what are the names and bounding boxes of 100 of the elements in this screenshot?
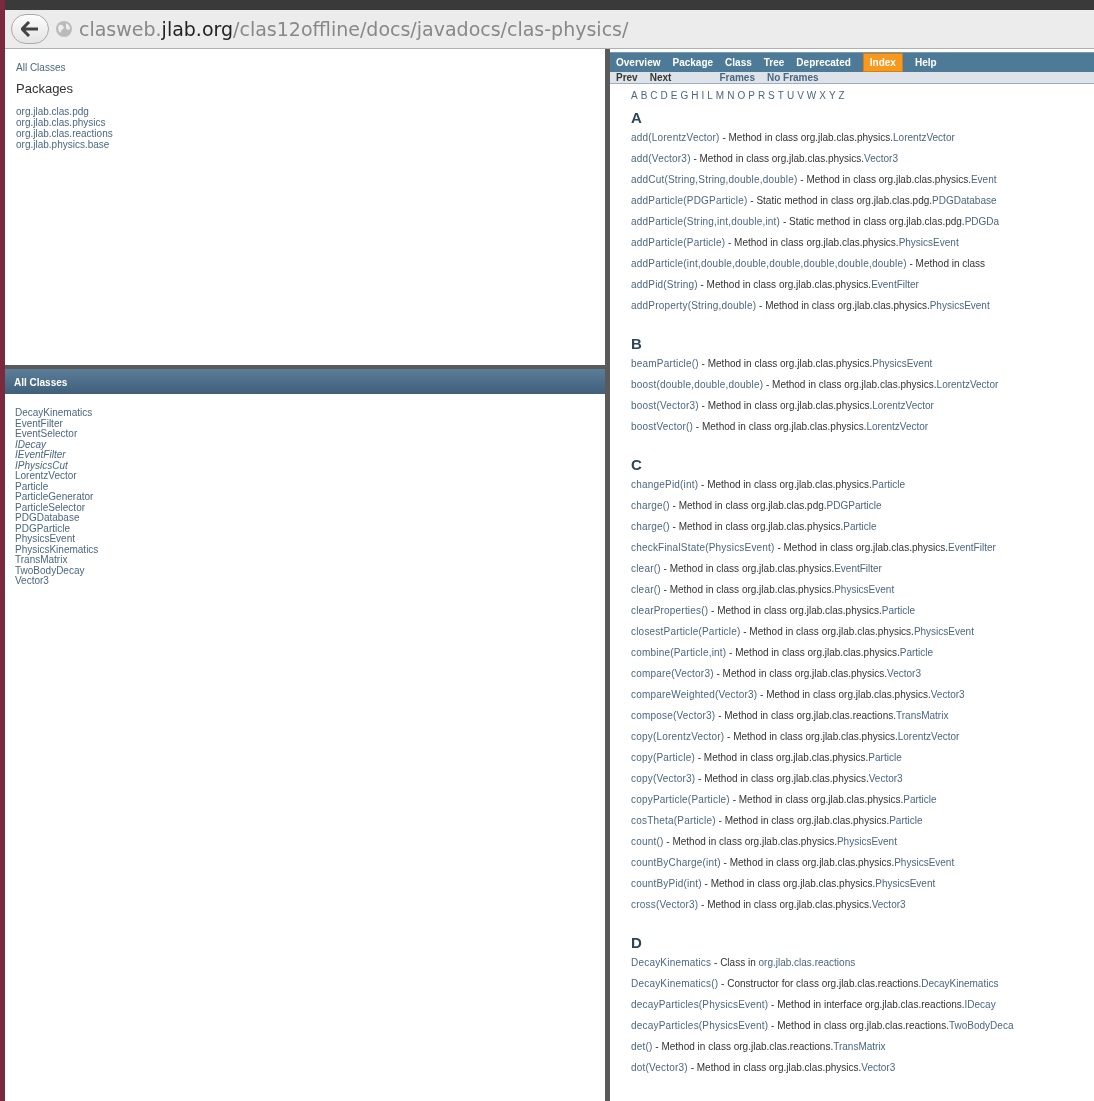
class-link[interactable]: Vector3 xyxy=(887,668,921,679)
member-link[interactable]: det() xyxy=(631,1041,653,1052)
class-link[interactable]: LorentzVector xyxy=(866,421,929,432)
class-link[interactable]: PDGDatabase xyxy=(932,195,997,206)
letter-link[interactable]: V xyxy=(797,90,804,101)
member-link[interactable]: compare(Vector3) xyxy=(631,668,714,679)
letter-link[interactable]: G xyxy=(680,90,689,101)
member-link[interactable]: DecayKinematics() xyxy=(631,978,719,989)
class-link[interactable]: Vector3 xyxy=(930,689,965,700)
letter-link[interactable]: U xyxy=(786,90,795,101)
member-link[interactable]: cosTheta(Particle) xyxy=(631,815,716,826)
class-link[interactable]: ParticleSelector xyxy=(15,502,595,513)
class-link[interactable]: Vector3 xyxy=(861,1062,896,1073)
class-link[interactable]: ParticleGenerator xyxy=(15,492,595,503)
class-link[interactable]: Particle xyxy=(843,521,877,532)
member-link[interactable]: decayParticles(PhysicsEvent) xyxy=(631,1020,769,1031)
class-link[interactable]: PDGParticle xyxy=(15,523,595,534)
class-link[interactable]: LorentzVector xyxy=(893,132,955,143)
class-link[interactable]: TransMatrix xyxy=(15,555,595,566)
letter-link[interactable]: Y xyxy=(828,90,836,101)
class-link[interactable]: PhysicsEvent xyxy=(913,626,974,637)
letter-link[interactable]: R xyxy=(757,90,766,101)
class-link[interactable]: EventFilter xyxy=(834,563,882,574)
member-link[interactable]: addParticle(int,double,double,double,double,double,double) xyxy=(631,258,907,269)
nav-link[interactable]: Frames xyxy=(719,72,755,83)
class-link[interactable]: Particle xyxy=(868,752,902,763)
package-link[interactable]: org.jlab.clas.physics xyxy=(16,117,594,128)
member-link[interactable]: countByPid(int) xyxy=(631,878,702,889)
back-button[interactable] xyxy=(11,14,49,44)
letter-link[interactable]: C xyxy=(650,90,658,101)
class-link[interactable]: TransMatrix xyxy=(896,710,949,721)
letter-link[interactable]: D xyxy=(660,90,668,101)
letter-link[interactable]: O xyxy=(737,90,746,101)
letter-link[interactable]: T xyxy=(777,90,784,101)
member-link[interactable]: count() xyxy=(631,836,664,847)
nav-tab[interactable]: Package xyxy=(672,57,714,68)
member-link[interactable]: addParticle(PDGParticle) xyxy=(631,195,748,206)
class-link[interactable]: PhysicsEvent xyxy=(15,534,595,545)
class-link[interactable]: LorentzVector xyxy=(872,400,934,411)
member-link[interactable]: addPid(String) xyxy=(631,279,698,290)
class-link[interactable]: PDGParticle xyxy=(826,500,882,511)
member-link[interactable]: changePid(int) xyxy=(631,479,699,490)
class-link[interactable]: Particle xyxy=(889,815,923,826)
class-link[interactable]: org.jlab.clas.reactions xyxy=(758,957,856,968)
class-link[interactable]: EventFilter xyxy=(871,279,919,290)
class-link[interactable]: EventSelector xyxy=(15,429,595,440)
package-link[interactable]: org.jlab.clas.reactions xyxy=(16,128,594,139)
class-link[interactable]: PhysicsEvent xyxy=(898,237,959,248)
class-link[interactable]: PhysicsEvent xyxy=(836,836,897,847)
class-link[interactable]: PDGDa xyxy=(964,216,1000,227)
member-link[interactable]: boost(double,double,double) xyxy=(631,379,764,390)
member-link[interactable]: charge() xyxy=(631,521,670,532)
letter-link[interactable]: M xyxy=(715,90,725,101)
member-link[interactable]: beamParticle() xyxy=(631,358,699,369)
member-link[interactable]: closestParticle(Particle) xyxy=(631,626,741,637)
class-link[interactable]: IDecay xyxy=(964,999,996,1010)
letter-link[interactable]: W xyxy=(806,90,817,101)
member-link[interactable]: copy(Vector3) xyxy=(631,773,696,784)
letter-link[interactable]: X xyxy=(819,90,826,101)
letter-link[interactable]: L xyxy=(707,90,713,101)
class-link[interactable]: DecayKinematics xyxy=(15,408,595,419)
nav-tab[interactable]: Overview xyxy=(616,57,661,68)
class-link[interactable]: Particle xyxy=(881,605,916,616)
letter-link[interactable]: N xyxy=(727,90,735,101)
all-classes-link[interactable]: All Classes xyxy=(16,62,66,73)
class-link[interactable]: Event xyxy=(970,174,997,185)
member-link[interactable]: addParticle(String,int,double,int) xyxy=(631,216,781,227)
member-link[interactable]: combine(Particle,int) xyxy=(631,647,727,658)
member-link[interactable]: copy(Particle) xyxy=(631,752,695,763)
class-link[interactable]: Particle xyxy=(871,479,906,490)
class-link[interactable]: PhysicsEvent xyxy=(929,300,990,311)
member-link[interactable]: compareWeighted(Vector3) xyxy=(631,689,758,700)
class-link[interactable]: TwoBodyDeca xyxy=(948,1020,1014,1031)
member-link[interactable]: compose(Vector3) xyxy=(631,710,716,721)
member-link[interactable]: addParticle(Particle) xyxy=(631,237,726,248)
member-link[interactable]: add(LorentzVector) xyxy=(631,132,720,143)
class-link[interactable]: Vector3 xyxy=(868,773,903,784)
class-link[interactable]: DecayKinematics xyxy=(921,978,999,989)
member-link[interactable]: clear() xyxy=(631,563,661,574)
letter-link[interactable]: P xyxy=(748,90,755,101)
class-link[interactable]: PhysicsEvent xyxy=(872,358,933,369)
nav-tab[interactable]: Tree xyxy=(763,57,785,68)
class-link[interactable]: Particle xyxy=(899,647,934,658)
member-link[interactable]: boostVector() xyxy=(631,421,694,432)
member-link[interactable]: copy(LorentzVector) xyxy=(631,731,725,742)
class-link[interactable]: TwoBodyDecay xyxy=(15,565,595,576)
class-link[interactable]: Particle xyxy=(903,794,937,805)
member-link[interactable]: checkFinalState(PhysicsEvent) xyxy=(631,542,775,553)
member-link[interactable]: add(Vector3) xyxy=(631,153,691,164)
member-link[interactable]: DecayKinematics xyxy=(631,957,712,968)
member-link[interactable]: countByCharge(int) xyxy=(631,857,721,868)
letter-link[interactable]: H xyxy=(691,90,699,101)
class-link[interactable]: Vector3 xyxy=(871,899,906,910)
member-link[interactable]: clearProperties() xyxy=(631,605,709,616)
interface-link[interactable]: IPhysicsCut xyxy=(15,460,595,471)
nav-tab[interactable]: Class xyxy=(725,57,752,68)
interface-link[interactable]: IDecay xyxy=(15,439,595,450)
letter-link[interactable]: Z xyxy=(838,90,845,101)
member-link[interactable]: dot(Vector3) xyxy=(631,1062,688,1073)
package-link[interactable]: org.jlab.clas.pdg xyxy=(16,106,594,117)
